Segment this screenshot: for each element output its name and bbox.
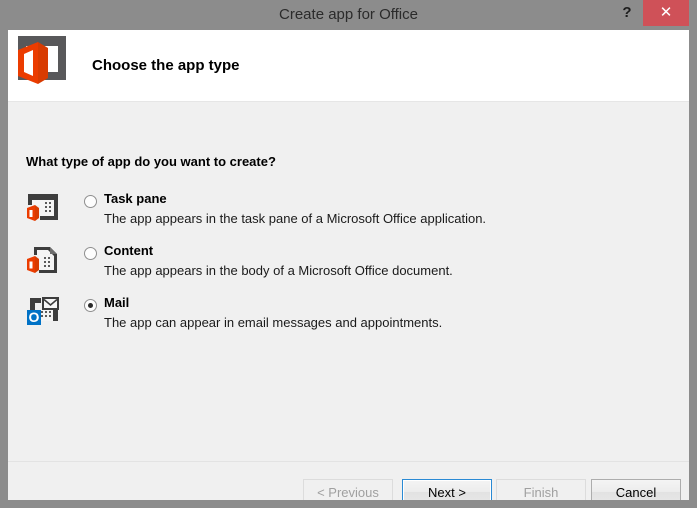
help-button[interactable]: ?: [611, 0, 643, 26]
option-description-task-pane: The app appears in the task pane of a Mi…: [104, 211, 487, 226]
mail-envelope-icon: O: [27, 297, 59, 325]
cancel-button[interactable]: Cancel: [591, 479, 681, 500]
dialog-client-area: Choose the app type What type of app do …: [8, 30, 689, 500]
question-label: What type of app do you want to create?: [26, 154, 276, 169]
option-label-mail: Mail: [104, 295, 130, 310]
window-title: Create app for Office: [279, 6, 418, 23]
header-title: Choose the app type: [92, 57, 240, 74]
dialog-footer: < Previous Next > Finish Cancel: [8, 461, 689, 500]
option-task-pane[interactable]: Task pane The app appears in the task pa…: [26, 190, 646, 238]
finish-button[interactable]: Finish: [496, 479, 586, 500]
radio-task-pane[interactable]: [84, 195, 97, 208]
option-description-content: The app appears in the body of a Microso…: [104, 263, 453, 278]
dialog-body: What type of app do you want to create?: [8, 102, 689, 461]
radio-content[interactable]: [84, 247, 97, 260]
title-bar: Create app for Office ? ✕: [0, 0, 697, 30]
svg-text:O: O: [29, 309, 40, 325]
task-pane-icon: [26, 194, 58, 222]
option-description-mail: The app can appear in email messages and…: [104, 315, 443, 330]
option-content[interactable]: Content The app appears in the body of a…: [26, 242, 646, 290]
radio-mail[interactable]: [84, 299, 97, 312]
previous-button[interactable]: < Previous: [303, 479, 393, 500]
option-label-content: Content: [104, 243, 154, 258]
close-button[interactable]: ✕: [643, 0, 689, 26]
next-button[interactable]: Next >: [402, 479, 492, 500]
option-label-task-pane: Task pane: [104, 191, 167, 206]
content-document-icon: [26, 247, 57, 274]
option-mail[interactable]: O Mail The app can appear in email messa…: [26, 294, 646, 342]
dialog-window: Create app for Office ? ✕ Choose the app…: [0, 0, 697, 508]
dialog-header: Choose the app type: [8, 30, 689, 102]
office-logo-icon: [18, 36, 66, 84]
